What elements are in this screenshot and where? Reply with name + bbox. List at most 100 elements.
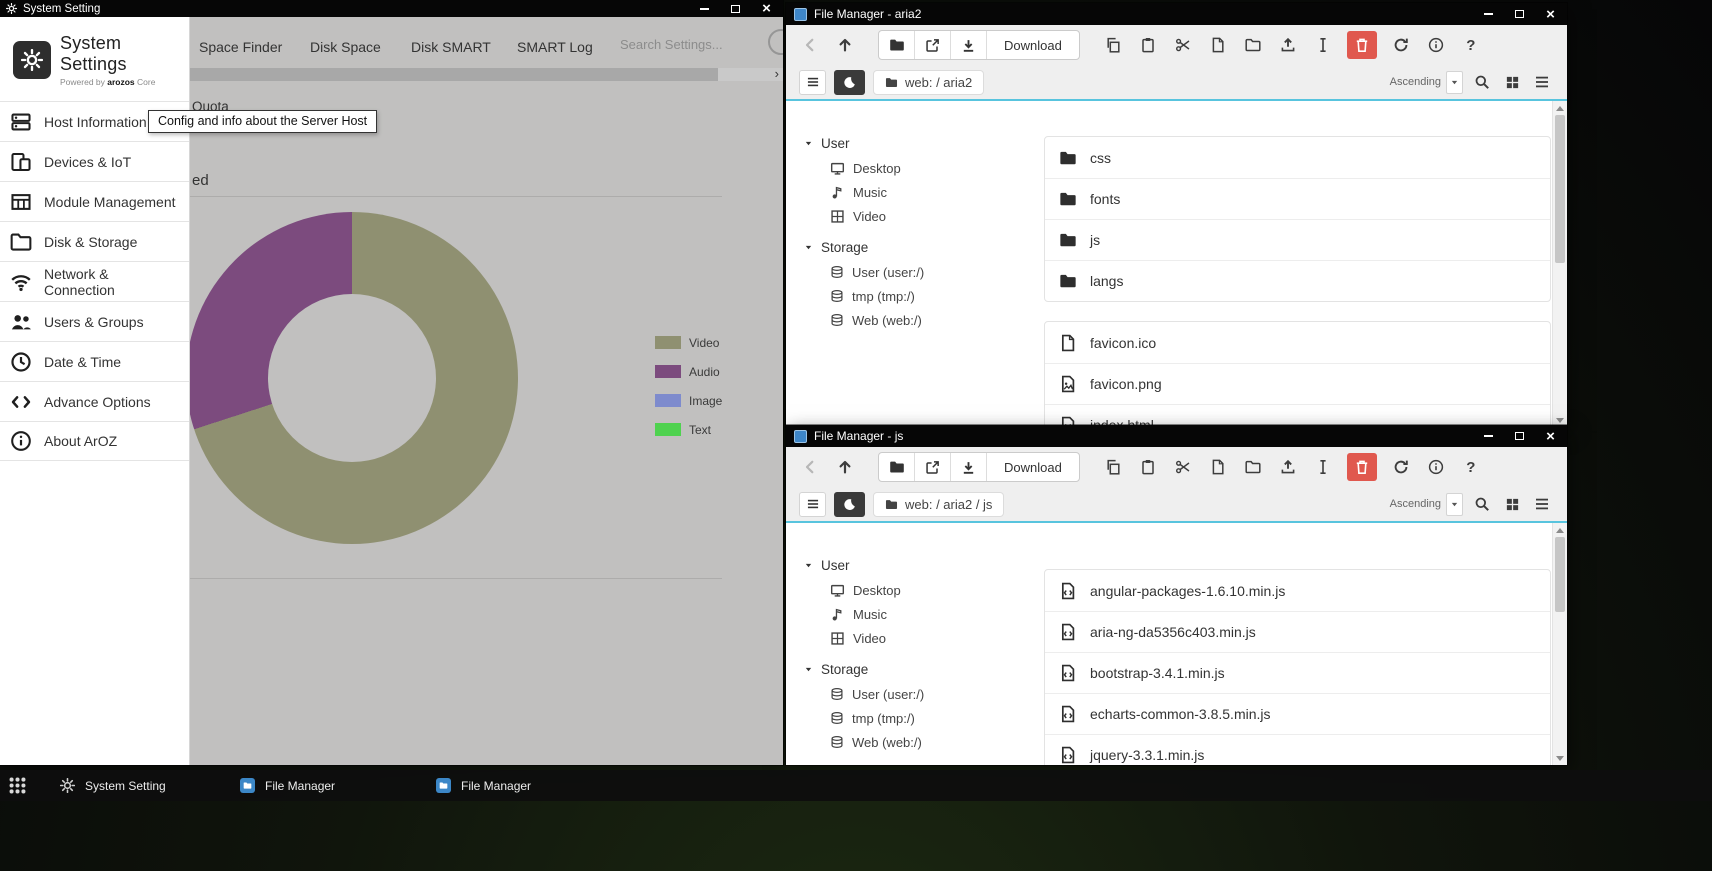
- system-settings-titlebar[interactable]: System Setting ×: [0, 0, 783, 17]
- up-button[interactable]: [834, 32, 856, 58]
- sidebar-item-date-time[interactable]: Date & Time: [0, 341, 189, 381]
- close-button[interactable]: ×: [759, 2, 774, 16]
- help-button[interactable]: ?: [1460, 454, 1482, 480]
- taskbar-item-system-setting[interactable]: System Setting: [60, 770, 166, 801]
- sidebar-item-disk-storage[interactable]: Disk & Storage: [0, 221, 189, 261]
- sort-order-dropdown[interactable]: Ascending: [1390, 493, 1463, 516]
- avatar-circle[interactable]: [768, 29, 783, 55]
- file-row-favicon-png[interactable]: favicon.png: [1045, 363, 1550, 404]
- scrollbar-thumb[interactable]: [1555, 115, 1565, 263]
- properties-button[interactable]: [1425, 32, 1447, 58]
- cut-button[interactable]: [1172, 454, 1194, 480]
- scrollbar[interactable]: [1552, 101, 1567, 427]
- chevron-down-icon[interactable]: [1446, 493, 1463, 516]
- scroll-up-button[interactable]: [1553, 101, 1567, 115]
- grid-view-button[interactable]: [1501, 492, 1523, 517]
- tab-disk-space[interactable]: Disk Space: [310, 39, 381, 55]
- file-row-bootstrap[interactable]: bootstrap-3.4.1.min.js: [1045, 652, 1550, 693]
- rename-button[interactable]: [1312, 32, 1334, 58]
- tree-node-user[interactable]: User: [804, 131, 1036, 156]
- download-button[interactable]: Download: [987, 31, 1079, 59]
- sidebar-item-advance-options[interactable]: Advance Options: [0, 381, 189, 421]
- upload-button[interactable]: [1277, 454, 1299, 480]
- sidebar-item-network-connection[interactable]: Network & Connection: [0, 261, 189, 301]
- download-button[interactable]: Download: [987, 453, 1079, 481]
- file-row-index-html[interactable]: index.html: [1045, 404, 1550, 427]
- scroll-next-icon[interactable]: ›: [775, 66, 779, 81]
- sidebar-item-users-groups[interactable]: Users & Groups: [0, 301, 189, 341]
- paste-button[interactable]: [1137, 32, 1159, 58]
- paste-button[interactable]: [1137, 454, 1159, 480]
- file-row-jquery[interactable]: jquery-3.3.1.min.js: [1045, 734, 1550, 765]
- fm-titlebar[interactable]: File Manager - js ×: [786, 425, 1567, 447]
- tree-node-storage-web[interactable]: Web (web:/): [804, 730, 1036, 754]
- refresh-button[interactable]: [1390, 32, 1412, 58]
- file-row-js[interactable]: js: [1045, 219, 1550, 260]
- file-row-css[interactable]: css: [1045, 137, 1550, 178]
- sidebar-item-about-aroz[interactable]: About ArOZ: [0, 421, 189, 461]
- tree-node-video[interactable]: Video: [804, 204, 1036, 228]
- copy-button[interactable]: [1102, 32, 1124, 58]
- sort-order-dropdown[interactable]: Ascending: [1390, 71, 1463, 94]
- breadcrumb[interactable]: web: / aria2 / js: [873, 492, 1004, 517]
- file-row-favicon-ico[interactable]: favicon.ico: [1045, 322, 1550, 363]
- file-row-langs[interactable]: langs: [1045, 260, 1550, 301]
- rename-button[interactable]: [1312, 454, 1334, 480]
- sidebar-item-module-management[interactable]: Module Management: [0, 181, 189, 221]
- list-view-button[interactable]: [1531, 492, 1553, 517]
- scrollbar-thumb[interactable]: [1555, 537, 1565, 612]
- taskbar-item-file-manager-2[interactable]: File Manager: [436, 770, 531, 801]
- scrollbar[interactable]: [1552, 523, 1567, 765]
- maximize-button[interactable]: [728, 2, 743, 16]
- tree-node-music[interactable]: Music: [804, 180, 1036, 204]
- tab-smart-log[interactable]: SMART Log: [517, 39, 593, 55]
- new-file-button[interactable]: [1207, 454, 1229, 480]
- tab-disk-smart[interactable]: Disk SMART: [411, 39, 491, 55]
- chevron-down-icon[interactable]: [1446, 71, 1463, 94]
- tree-node-storage[interactable]: Storage: [804, 235, 1036, 260]
- file-row-fonts[interactable]: fonts: [1045, 178, 1550, 219]
- new-file-button[interactable]: [1207, 32, 1229, 58]
- close-button[interactable]: ×: [1543, 7, 1558, 21]
- up-button[interactable]: [834, 454, 856, 480]
- fm-titlebar[interactable]: File Manager - aria2 ×: [786, 3, 1567, 25]
- tab-space-finder[interactable]: Space Finder: [199, 39, 282, 55]
- upload-button[interactable]: [1277, 32, 1299, 58]
- scroll-down-button[interactable]: [1553, 751, 1567, 765]
- delete-button[interactable]: [1347, 31, 1377, 59]
- file-row-aria-ng[interactable]: aria-ng-da5356c403.min.js: [1045, 611, 1550, 652]
- tree-node-storage[interactable]: Storage: [804, 657, 1036, 682]
- tree-node-desktop[interactable]: Desktop: [804, 578, 1036, 602]
- tree-node-music[interactable]: Music: [804, 602, 1036, 626]
- cut-button[interactable]: [1172, 32, 1194, 58]
- copy-button[interactable]: [1102, 454, 1124, 480]
- maximize-button[interactable]: [1512, 7, 1527, 21]
- dark-mode-toggle[interactable]: [834, 492, 865, 517]
- open-folder-button[interactable]: [879, 453, 915, 481]
- back-button[interactable]: [799, 32, 821, 58]
- new-folder-button[interactable]: [1242, 32, 1264, 58]
- menu-button[interactable]: [799, 70, 826, 95]
- back-button[interactable]: [799, 454, 821, 480]
- help-button[interactable]: ?: [1460, 32, 1482, 58]
- minimize-button[interactable]: [697, 2, 712, 16]
- scrollbar-thumb[interactable]: [190, 68, 718, 81]
- grid-view-button[interactable]: [1501, 70, 1523, 95]
- minimize-button[interactable]: [1481, 429, 1496, 443]
- download-icon-button[interactable]: [951, 31, 987, 59]
- open-new-window-button[interactable]: [915, 453, 951, 481]
- tree-node-user[interactable]: User: [804, 553, 1036, 578]
- download-icon-button[interactable]: [951, 453, 987, 481]
- properties-button[interactable]: [1425, 454, 1447, 480]
- close-button[interactable]: ×: [1543, 429, 1558, 443]
- file-row-echarts[interactable]: echarts-common-3.8.5.min.js: [1045, 693, 1550, 734]
- breadcrumb[interactable]: web: / aria2: [873, 70, 984, 95]
- scroll-up-button[interactable]: [1553, 523, 1567, 537]
- refresh-button[interactable]: [1390, 454, 1412, 480]
- tree-node-storage-user[interactable]: User (user:/): [804, 260, 1036, 284]
- tree-node-storage-web[interactable]: Web (web:/): [804, 308, 1036, 332]
- tree-node-storage-user[interactable]: User (user:/): [804, 682, 1036, 706]
- tree-node-desktop[interactable]: Desktop: [804, 156, 1036, 180]
- settings-search-input[interactable]: [620, 37, 760, 52]
- menu-button[interactable]: [799, 492, 826, 517]
